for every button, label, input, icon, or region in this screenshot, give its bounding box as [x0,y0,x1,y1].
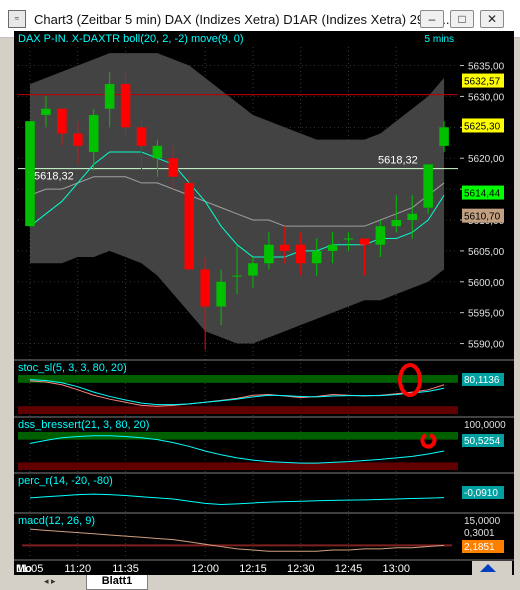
price-tick-label: 5595,00 [468,309,505,320]
candle-body [439,127,449,146]
candle-body [25,121,35,227]
bollinger-band [30,53,445,344]
timeframe-label: 5 mins [425,34,454,45]
time-axis-label: 11:20 [64,563,91,575]
close-button[interactable]: ✕ [480,10,504,28]
oversold-zone [18,462,458,470]
subpanel-top-value: 100,0000 [464,420,506,431]
candle-body [88,114,99,153]
price-tick-label: 5605,00 [468,247,505,258]
time-axis-label: 11:35 [112,563,139,575]
subpanel-top-value: 15,0000 [464,516,501,527]
maximize-button[interactable]: □ [450,10,474,28]
candle-body [391,219,402,227]
value-label: 5614,44 [464,189,501,200]
candle-body [280,244,290,251]
price-tick-label: 5600,00 [468,278,505,289]
candle-body [423,164,433,208]
time-axis-label: 12:45 [335,563,363,575]
chart-area[interactable]: DAX P-IN. X-DAXTR boll(20, 2, -2) move(9… [14,31,514,575]
candle-body [295,244,306,264]
price-tick-label: 5620,00 [468,154,505,165]
subpanel-small-value: 0,3001 [464,528,495,539]
time-axis-label: 13:00 [383,563,411,575]
macd-line [29,528,445,552]
candle-body [407,213,417,220]
chart-canvas[interactable]: DAX P-IN. X-DAXTR boll(20, 2, -2) move(9… [14,31,514,575]
subpanel-label: perc_r(14, -20, -80) [18,475,113,487]
subpanel-label: dss_bressert(21, 3, 80, 20) [18,419,149,431]
subpanel-label: macd(12, 26, 9) [18,515,95,527]
overbought-zone [18,375,458,383]
app-icon: ≈ [8,10,26,28]
candle-body [136,127,147,146]
candle-body [232,275,242,277]
subpanel-value: 2,1851 [464,542,495,553]
level-label-left: 5618,32 [34,171,74,183]
window-title: Chart3 (Zeitbar 5 min) DAX (Indizes Xetr… [34,12,457,27]
candle-body [57,108,67,134]
price-tick-label: 5635,00 [468,62,505,73]
level-label-right: 5618,32 [378,155,418,167]
candle-body [200,269,210,307]
value-label: 5632,57 [464,77,501,88]
time-axis-label: 12:00 [191,563,219,575]
price-tick-label: 5590,00 [468,340,505,351]
candle-body [264,244,274,264]
time-axis-label: 12:15 [239,563,267,575]
oscillator-line-2 [29,379,445,406]
minimize-button[interactable]: – [420,10,444,28]
subpanel-label: stoc_sl(5, 3, 3, 80, 20) [18,362,127,374]
oversold-zone [18,406,458,414]
candle-body [311,250,322,264]
time-axis-label: 12:30 [287,563,315,575]
oscillator-line-1 [29,380,445,407]
candle-body [168,158,179,177]
value-label: 5625,30 [464,121,501,132]
candle-body [152,145,163,159]
candle-body [120,84,131,128]
subpanel-value: 50,5254 [464,436,501,447]
left-frame [0,38,14,575]
sheet-nav-arrows[interactable]: ◂ ▸ [44,576,56,587]
bottom-bar [0,575,520,589]
price-tick-label: 5630,00 [468,92,505,103]
candle-body [248,263,258,276]
candle-body [375,226,386,245]
subpanel-axis-bg [460,361,514,416]
candle-body [104,84,115,109]
subpanel-value: -0,0910 [464,488,498,499]
candle-body [216,281,226,307]
candle-body [41,108,51,115]
candle-body [327,244,338,251]
main-header-label: DAX P-IN. X-DAXTR boll(20, 2, -2) move(9… [18,33,244,45]
sheet-tab-blatt1[interactable]: Blatt1 [86,575,148,590]
value-label: 5610,70 [464,212,501,223]
candle-body [343,238,354,240]
candle-body [359,238,370,245]
candle-body [73,133,83,146]
percr-line [29,493,445,506]
subpanel-value: 80,1136 [464,375,500,386]
time-axis-label: 11:05 [17,563,44,575]
candle-body [184,182,195,270]
oscillator-line-1 [29,435,445,464]
